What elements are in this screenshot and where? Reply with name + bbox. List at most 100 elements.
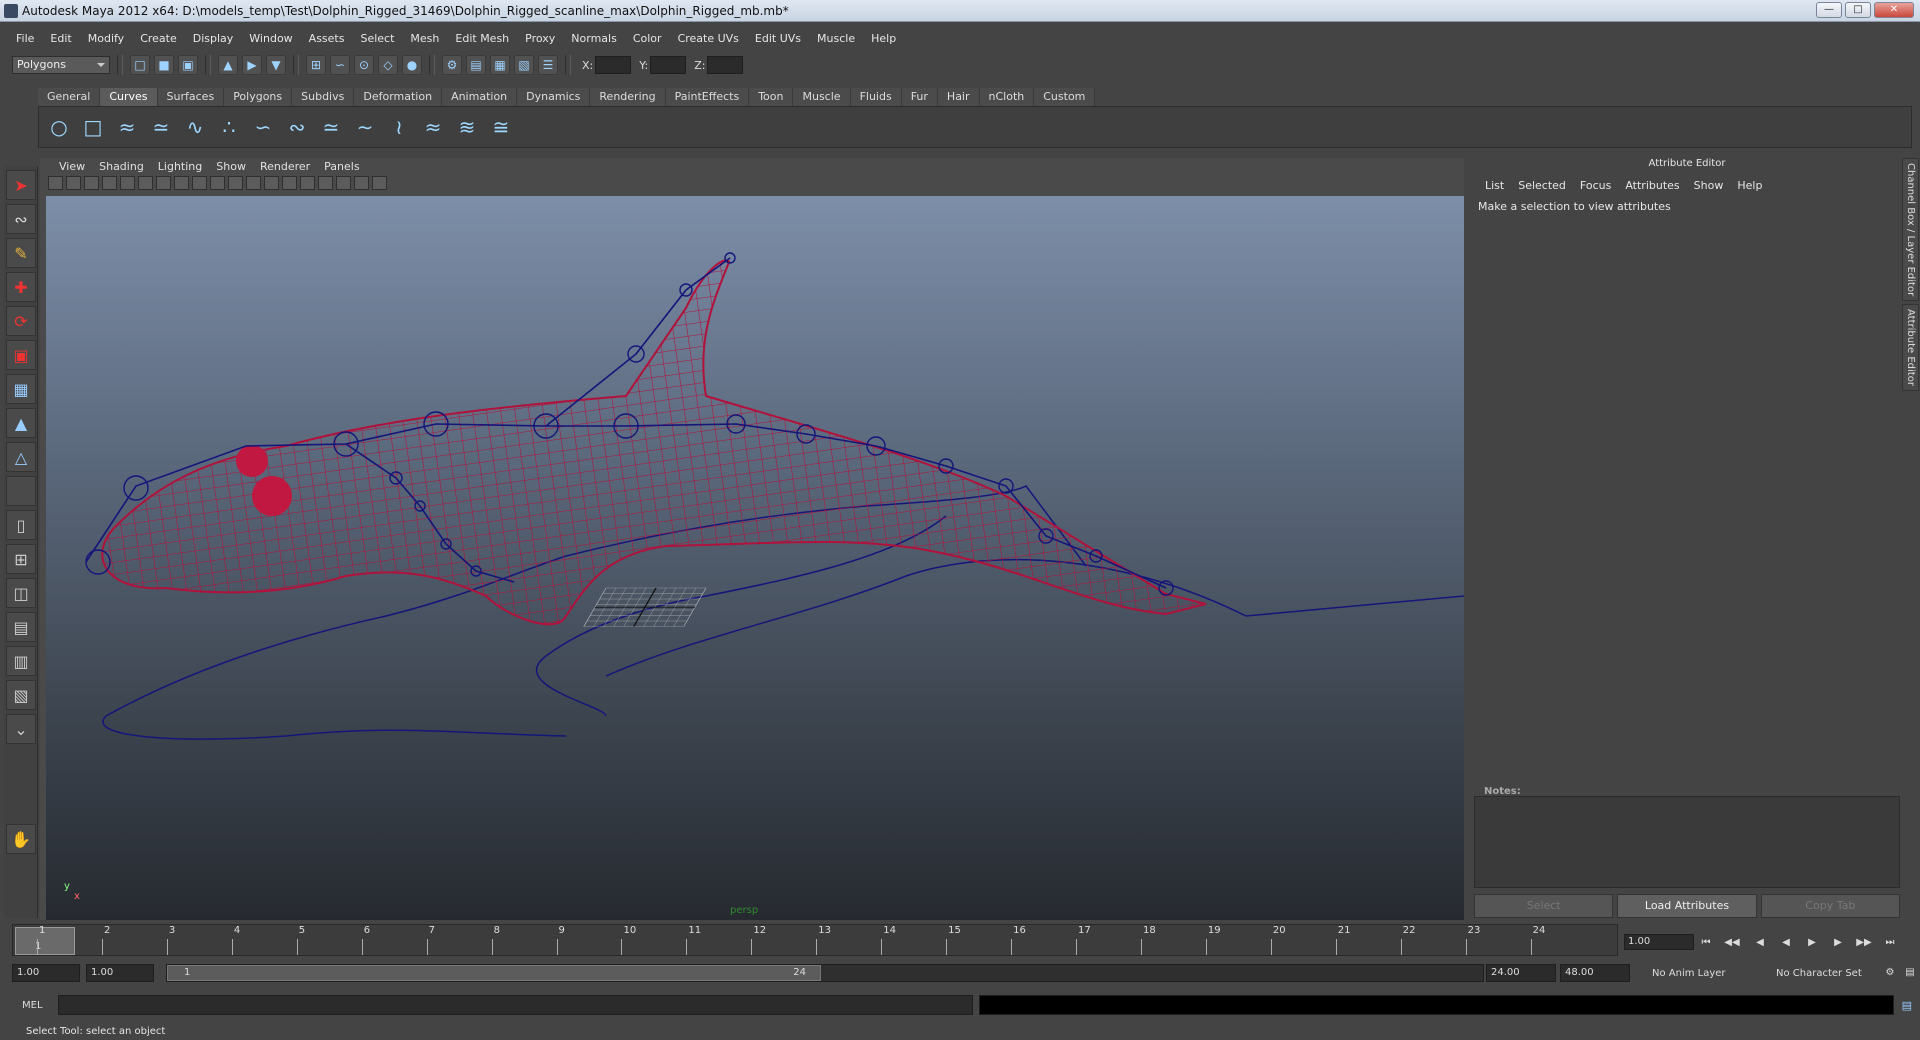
copy-tab-button[interactable]: Copy Tab [1760,894,1900,918]
pencil-curve-icon[interactable]: ∿ [181,113,209,141]
menu-normals[interactable]: Normals [563,30,625,48]
offset-curve-icon[interactable]: ≀ [385,113,413,141]
tab-general[interactable]: General [38,88,101,106]
menu-modify[interactable]: Modify [80,30,132,48]
snap-curve-icon[interactable]: ∽ [330,55,350,75]
character-set-dropdown[interactable]: No Character Set [1776,966,1862,982]
close-button[interactable]: ✕ [1874,2,1914,18]
z-field[interactable] [707,56,744,74]
tab-deformation[interactable]: Deformation [354,88,443,106]
open-scene-icon[interactable]: ■ [154,55,174,75]
tab-polygons[interactable]: Polygons [224,88,293,106]
menu-create-uvs[interactable]: Create UVs [670,30,747,48]
time-slider[interactable]: 1 1 2 3 4 5 6 7 8 9 10 11 12 13 14 15 16 17 18 19 20 21 22 23 2… [12,924,1618,956]
range-slider-handle[interactable]: 1 24 [167,965,821,981]
menu-select[interactable]: Select [352,30,402,48]
playback-end-field[interactable]: 24.00 [1486,964,1556,982]
extend-curve-icon[interactable]: ∼ [351,113,379,141]
tab-curves[interactable]: Curves [100,88,158,106]
camera-select-icon[interactable] [48,176,63,190]
wireframe-icon[interactable] [246,176,261,190]
mel-toggle[interactable]: MEL [8,1000,58,1011]
arc-tool-icon[interactable]: ∴ [215,113,243,141]
persp-outliner-layout-icon[interactable]: ◫ [6,578,36,608]
select-component-icon[interactable]: ▼ [266,55,286,75]
four-view-layout-icon[interactable]: ⊞ [6,544,36,574]
single-perspective-layout-icon[interactable]: ▯ [6,510,36,540]
menu-proxy[interactable]: Proxy [517,30,563,48]
step-forward-key-icon[interactable]: ▶ [1828,934,1848,950]
gate-mask-icon[interactable] [174,176,189,190]
new-scene-icon[interactable]: □ [130,55,150,75]
panel-menu-lighting[interactable]: Lighting [151,160,209,173]
use-all-lights-icon[interactable] [300,176,315,190]
detach-curves-icon[interactable]: ∾ [283,113,311,141]
ae-menu-help[interactable]: Help [1730,179,1769,192]
select-tool-icon[interactable]: ➤ [6,170,36,200]
snap-point-icon[interactable]: ⊙ [354,55,374,75]
image-plane-icon[interactable] [102,176,117,190]
rebuild-curve-icon[interactable]: ≈ [419,113,447,141]
ipr-render-icon[interactable]: ▧ [514,55,534,75]
cv-curve-icon[interactable]: ≈ [113,113,141,141]
anim-layer-dropdown[interactable]: No Anim Layer [1652,966,1726,982]
end-time-field[interactable]: 48.00 [1560,964,1630,982]
safe-title-icon[interactable] [228,176,243,190]
go-to-start-icon[interactable]: ⏮ [1696,934,1716,950]
textured-icon[interactable] [282,176,297,190]
step-back-frame-icon[interactable]: ◀◀ [1722,934,1742,950]
menu-edit[interactable]: Edit [42,30,79,48]
notes-field[interactable] [1474,796,1900,888]
attach-curves-icon[interactable]: ∽ [249,113,277,141]
shadows-icon[interactable] [318,176,333,190]
xray-icon[interactable] [354,176,369,190]
lasso-tool-icon[interactable]: ∾ [6,204,36,234]
panel-menu-panels[interactable]: Panels [317,160,366,173]
playback-start-field[interactable]: 1.00 [86,964,154,982]
ae-menu-show[interactable]: Show [1687,179,1731,192]
panel-menu-shading[interactable]: Shading [92,160,151,173]
tab-fluids[interactable]: Fluids [850,88,902,106]
scale-tool-icon[interactable]: ▣ [6,340,36,370]
soft-mod-icon[interactable]: ▲ [6,408,36,438]
make-live-icon[interactable]: ● [402,55,422,75]
script-editor-icon[interactable]: ▤ [1902,999,1912,1012]
menu-color[interactable]: Color [625,30,670,48]
field-chart-icon[interactable] [192,176,207,190]
bookmarks-icon[interactable] [84,176,99,190]
nurbs-square-icon[interactable]: □ [79,113,107,141]
panel-menu-renderer[interactable]: Renderer [253,160,317,173]
ae-menu-list[interactable]: List [1478,179,1511,192]
select-object-icon[interactable]: ▶ [242,55,262,75]
step-back-key-icon[interactable]: ◀ [1750,934,1770,950]
play-forwards-icon[interactable]: ▶ [1802,934,1822,950]
start-time-field[interactable]: 1.00 [12,964,80,982]
perspective-viewport[interactable]: View Shading Lighting Show Renderer Pane… [40,158,1464,920]
maximize-button[interactable]: □ [1845,2,1871,18]
animation-prefs-icon[interactable]: ▤ [1900,964,1920,980]
grid-toggle-icon[interactable] [120,176,135,190]
tab-custom[interactable]: Custom [1034,88,1096,106]
tab-channel-box[interactable]: Channel Box / Layer Editor [1902,158,1919,302]
snap-view-plane-icon[interactable]: ◇ [378,55,398,75]
universal-manipulator-icon[interactable]: ▦ [6,374,36,404]
menu-set-selector[interactable]: Polygons [12,56,110,74]
persp-graph-layout-icon[interactable]: ▤ [6,612,36,642]
add-points-icon[interactable]: ≋ [453,113,481,141]
isolate-select-icon[interactable] [336,176,351,190]
last-tool-icon[interactable] [6,476,36,506]
tab-fur[interactable]: Fur [901,88,938,106]
nurbs-circle-icon[interactable]: ○ [45,113,73,141]
menu-mesh[interactable]: Mesh [402,30,447,48]
menu-assets[interactable]: Assets [301,30,353,48]
hypershade-layout-icon[interactable]: ▥ [6,646,36,676]
play-backwards-icon[interactable]: ◀ [1776,934,1796,950]
menu-window[interactable]: Window [241,30,300,48]
tab-attribute-editor[interactable]: Attribute Editor [1902,304,1919,392]
menu-help[interactable]: Help [863,30,904,48]
snap-grid-icon[interactable]: ⊞ [306,55,326,75]
xray-joints-icon[interactable] [372,176,387,190]
x-field[interactable] [595,56,632,74]
camera-attributes-icon[interactable] [66,176,81,190]
more-layouts-icon[interactable]: ⌄ [6,714,36,744]
